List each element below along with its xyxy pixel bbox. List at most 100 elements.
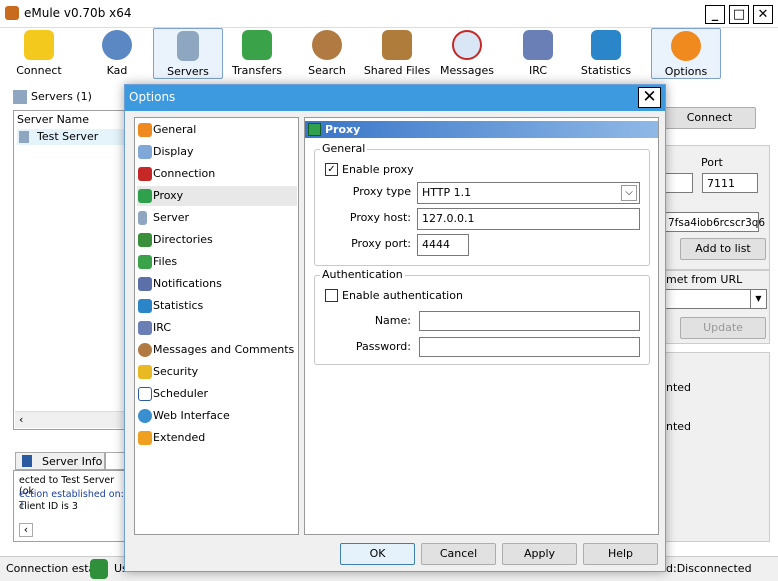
add-to-list-button[interactable]: Add to list — [680, 238, 766, 260]
proxy-type-select[interactable]: HTTP 1.1 ⌵ — [417, 182, 640, 204]
name-field[interactable] — [419, 311, 640, 331]
files-icon — [138, 255, 152, 269]
servers-count-label: Servers (1) — [31, 90, 92, 103]
authentication-group: Authentication Enable authentication Nam… — [314, 268, 650, 365]
messages-icon — [452, 30, 482, 60]
proxy-host-field[interactable]: 127.0.0.1 — [417, 208, 640, 230]
log-panel: ected to Test Server (ok ection establis… — [13, 470, 126, 542]
enable-authentication-label: Enable authentication — [342, 289, 463, 302]
toolbar-search-button[interactable]: Search — [300, 28, 354, 79]
lock-icon — [138, 365, 152, 379]
enable-authentication-checkbox[interactable] — [325, 289, 338, 302]
user-status-icon — [90, 559, 108, 579]
toolbar-options-button[interactable]: Options — [651, 28, 721, 79]
toolbar-kad-button[interactable]: Kad — [92, 28, 142, 79]
toolbar-shared-files-button[interactable]: Shared Files — [362, 28, 432, 79]
nav-item-display[interactable]: Display — [137, 142, 297, 162]
status-connection-text: Connection esta — [6, 562, 96, 575]
nav-item-proxy[interactable]: Proxy — [137, 186, 297, 206]
globe-icon — [102, 30, 132, 60]
page-header: Proxy — [305, 121, 658, 138]
server-row-icon — [19, 131, 29, 143]
update-met-group: met from URL ▼ Update — [663, 270, 770, 344]
server-hash-field[interactable]: 7fsa4iob6rcscr3q6 — [663, 212, 765, 232]
tab-log[interactable] — [105, 452, 125, 470]
proxy-type-label: Proxy type — [352, 185, 411, 198]
nav-item-notifications[interactable]: Notifications — [137, 274, 297, 294]
irc-icon — [138, 321, 152, 335]
nav-item-server[interactable]: Server — [137, 208, 297, 228]
search-icon — [312, 30, 342, 60]
help-button[interactable]: Help — [583, 543, 658, 565]
nav-item-directories[interactable]: Directories — [137, 230, 297, 250]
name-label: Name: — [374, 314, 411, 327]
horizontal-scrollbar[interactable]: ‹ — [15, 411, 125, 428]
minimize-button[interactable]: _ — [705, 5, 725, 24]
nav-item-scheduler[interactable]: Scheduler — [137, 384, 297, 404]
shared-files-icon — [382, 30, 412, 60]
scroll-left-arrow-icon[interactable]: ‹ — [19, 523, 33, 537]
close-icon[interactable]: ✕ — [638, 87, 661, 108]
calendar-icon — [138, 387, 152, 401]
password-field[interactable] — [419, 337, 640, 357]
column-server-name[interactable]: Server Name — [17, 113, 89, 126]
enable-proxy-checkbox[interactable]: ✓ — [325, 163, 338, 176]
toolbar-servers-button[interactable]: Servers — [153, 28, 223, 79]
globe-icon — [138, 409, 152, 423]
nav-item-messages-and-comments[interactable]: Messages and Comments — [137, 340, 297, 360]
monitor-icon — [138, 145, 152, 159]
server-ip-field[interactable] — [663, 173, 693, 193]
status-kad-text: d:Disconnected — [666, 562, 752, 575]
cancel-button[interactable]: Cancel — [421, 543, 496, 565]
proxy-page: Proxy General ✓ Enable proxy Proxy type … — [304, 117, 659, 535]
connect-button[interactable]: Connect — [663, 107, 756, 129]
table-row[interactable]: Test Server — [17, 129, 125, 145]
gear-icon — [671, 31, 701, 61]
proxy-port-field[interactable]: 4444 — [417, 234, 469, 256]
info-group: nted nted — [663, 352, 770, 542]
dialog-title: Options — [129, 90, 176, 104]
main-toolbar: Connect Kad Servers Transfers Search Sha… — [0, 28, 778, 80]
notifications-icon — [138, 277, 152, 291]
general-group: General ✓ Enable proxy Proxy type HTTP 1… — [314, 142, 650, 266]
toolbar-statistics-button[interactable]: Statistics — [578, 28, 634, 79]
toolbar-connect-button[interactable]: Connect — [10, 28, 68, 79]
toolbar-transfers-button[interactable]: Transfers — [226, 28, 288, 79]
lightning-icon — [24, 30, 54, 60]
server-list[interactable]: Server Name Test Server ‹ — [13, 110, 126, 430]
servers-icon — [13, 90, 27, 104]
apply-button[interactable]: Apply — [502, 543, 577, 565]
ok-button[interactable]: OK — [340, 543, 415, 565]
statistics-icon — [591, 30, 621, 60]
port-field[interactable]: 7111 — [702, 173, 758, 193]
window-title: eMule v0.70b x64 — [24, 6, 132, 20]
chevron-down-icon[interactable]: ▼ — [750, 289, 767, 309]
info-icon — [22, 455, 32, 467]
add-server-group: Port 7111 7fsa4iob6rcscr3q6 Add to list — [663, 145, 770, 270]
nav-item-statistics[interactable]: Statistics — [137, 296, 297, 316]
nav-item-web-interface[interactable]: Web Interface — [137, 406, 297, 426]
nav-item-connection[interactable]: Connection — [137, 164, 297, 184]
nav-item-irc[interactable]: IRC — [137, 318, 297, 338]
nav-item-general[interactable]: General — [137, 120, 297, 140]
nav-item-files[interactable]: Files — [137, 252, 297, 272]
tab-server-info[interactable]: Server Info — [15, 452, 105, 470]
gears-icon — [138, 431, 152, 445]
nav-item-extended[interactable]: Extended — [137, 428, 297, 448]
toolbar-messages-button[interactable]: Messages — [438, 28, 496, 79]
close-window-button[interactable]: ✕ — [753, 5, 773, 24]
toolbar-irc-button[interactable]: IRC — [512, 28, 564, 79]
chevron-down-icon[interactable]: ⌵ — [621, 185, 637, 201]
server-icon — [138, 211, 147, 225]
statistics-icon — [138, 299, 152, 313]
maximize-button[interactable]: □ — [729, 5, 749, 24]
met-url-input[interactable] — [663, 289, 751, 309]
options-nav-list: General Display Connection Proxy Server … — [134, 117, 299, 535]
update-button[interactable]: Update — [680, 317, 766, 339]
messages-icon — [138, 343, 152, 357]
folder-icon — [138, 233, 152, 247]
dialog-titlebar: Options ✕ — [125, 85, 665, 111]
nav-item-security[interactable]: Security — [137, 362, 297, 382]
emule-app-icon — [5, 6, 19, 20]
scroll-left-arrow-icon[interactable]: ‹ — [19, 413, 23, 426]
